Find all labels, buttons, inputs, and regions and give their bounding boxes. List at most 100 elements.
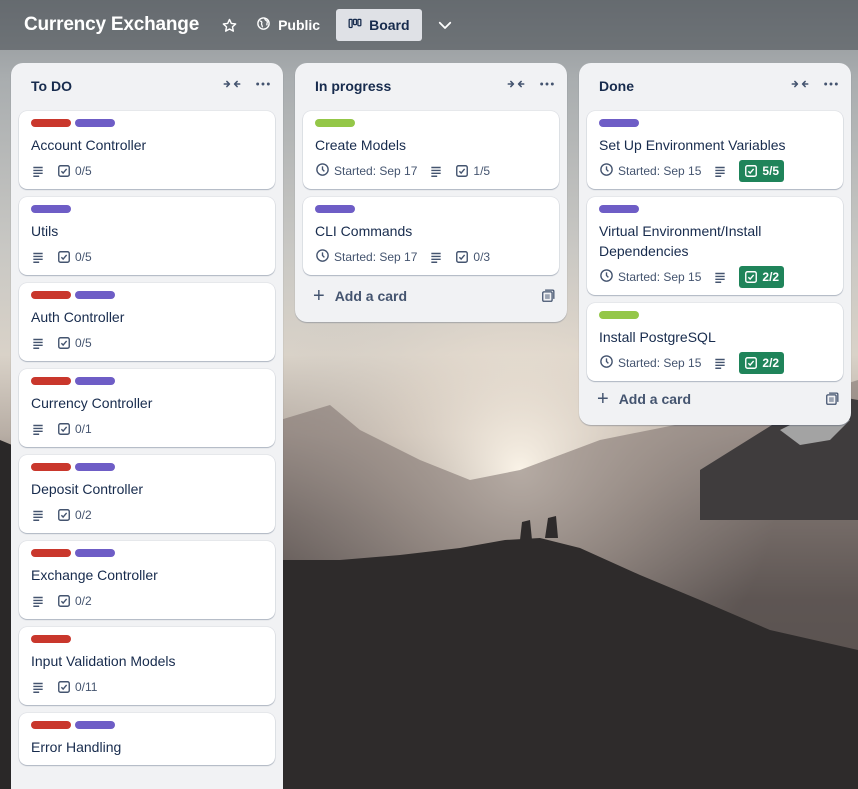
card-badges: 0/11 [31,677,263,697]
card[interactable]: Set Up Environment Variables Started: Sep… [587,111,843,189]
card-badges: 0/5 [31,247,263,267]
checklist-badge: 2/2 [739,352,785,374]
list-1: In progress Create Models Started: Sep 17 1… [295,63,567,322]
label-purple[interactable] [75,549,115,557]
add-card-button[interactable]: Add a card [619,391,825,407]
list-menu-icon[interactable] [255,77,271,96]
list-header: To DO [11,63,283,109]
list-2: Done Set Up Environment Variables Started:… [579,63,851,425]
add-card-button[interactable]: Add a card [335,288,541,304]
list-title[interactable]: Done [599,78,791,94]
collapse-list-icon[interactable] [791,77,809,96]
list-0: To DO Account Controller 0/5 Utils 0/5 Auth C… [11,63,283,789]
card-badges: 0/1 [31,419,263,439]
list-menu-icon[interactable] [539,77,555,96]
collapse-list-icon[interactable] [223,77,241,96]
card-title: Create Models [315,137,407,153]
label-purple[interactable] [75,721,115,729]
checklist-icon [455,250,469,264]
checklist-count: 0/2 [75,594,92,608]
checklist-icon [57,336,71,350]
card-labels [31,463,263,471]
card[interactable]: Account Controller 0/5 [19,111,275,189]
star-icon[interactable] [221,17,238,34]
card-labels [31,291,263,299]
plus-icon: + [313,285,325,307]
label-red[interactable] [31,291,71,299]
label-purple[interactable] [75,119,115,127]
start-date-badge: Started: Sep 15 [599,268,701,286]
label-red[interactable] [31,463,71,471]
checklist-count: 0/5 [75,336,92,350]
checklist-count: 0/3 [473,250,491,264]
start-date-text: Started: Sep 17 [334,164,418,178]
label-purple[interactable] [75,463,115,471]
label-green[interactable] [599,311,639,319]
checklist-count: 2/2 [762,270,780,284]
card-labels [315,205,547,213]
description-icon [31,422,45,436]
card[interactable]: Virtual Environment/Install Dependencies… [587,197,843,295]
add-card-row: + Add a card [295,278,567,314]
card-badges: Started: Sep 17 1/5 [315,161,547,181]
card[interactable]: CLI Commands Started: Sep 17 0/3 [303,197,559,275]
chevron-down-icon[interactable] [436,16,454,34]
card[interactable]: Error Handling [19,713,275,765]
label-green[interactable] [315,119,355,127]
description-icon [713,270,727,284]
card-labels [599,311,831,319]
collapse-list-icon[interactable] [507,77,525,96]
visibility-button[interactable]: Public [256,16,320,34]
label-red[interactable] [31,377,71,385]
label-red[interactable] [31,119,71,127]
card[interactable]: Auth Controller 0/5 [19,283,275,361]
label-purple[interactable] [75,377,115,385]
card[interactable]: Deposit Controller 0/2 [19,455,275,533]
card-title: Error Handling [31,739,122,755]
board-title[interactable]: Currency Exchange [24,14,199,36]
list-menu-icon[interactable] [823,77,839,96]
checklist-badge: 0/11 [57,680,97,694]
label-purple[interactable] [31,205,71,213]
card-title: Set Up Environment Variables [599,137,786,153]
checklist-badge: 0/1 [57,422,92,436]
card-labels [31,549,263,557]
card[interactable]: Currency Controller 0/1 [19,369,275,447]
create-from-template-icon[interactable] [825,392,839,406]
checklist-badge: 1/5 [455,164,490,178]
card[interactable]: Exchange Controller 0/2 [19,541,275,619]
label-purple[interactable] [599,205,639,213]
description-icon [31,336,45,350]
start-date-text: Started: Sep 15 [618,164,702,178]
checklist-icon [57,422,71,436]
card-title: Currency Controller [31,395,153,411]
label-red[interactable] [31,721,71,729]
checklist-icon [744,164,758,178]
checklist-count: 5/5 [762,164,780,178]
clock-icon [599,268,614,286]
card-badges: 0/2 [31,591,263,611]
label-red[interactable] [31,549,71,557]
label-red[interactable] [31,635,71,643]
card[interactable]: Input Validation Models 0/11 [19,627,275,705]
label-purple[interactable] [315,205,355,213]
card[interactable]: Utils 0/5 [19,197,275,275]
list-title[interactable]: In progress [315,78,507,94]
card-labels [31,635,263,643]
description-icon [713,164,727,178]
checklist-icon [57,680,71,694]
plus-icon: + [597,388,609,410]
label-purple[interactable] [599,119,639,127]
globe-icon [256,16,271,34]
visibility-label: Public [278,17,321,33]
label-purple[interactable] [75,291,115,299]
card[interactable]: Install PostgreSQL Started: Sep 15 2/2 [587,303,843,381]
card-title: Virtual Environment/Install Dependencies [599,223,762,259]
add-card-row: + Add a card [579,381,851,417]
create-from-template-icon[interactable] [541,289,555,303]
list-title[interactable]: To DO [31,78,223,94]
card-labels [31,119,263,127]
board-view-button[interactable]: Board [336,9,422,41]
checklist-badge: 2/2 [739,266,785,288]
card[interactable]: Create Models Started: Sep 17 1/5 [303,111,559,189]
